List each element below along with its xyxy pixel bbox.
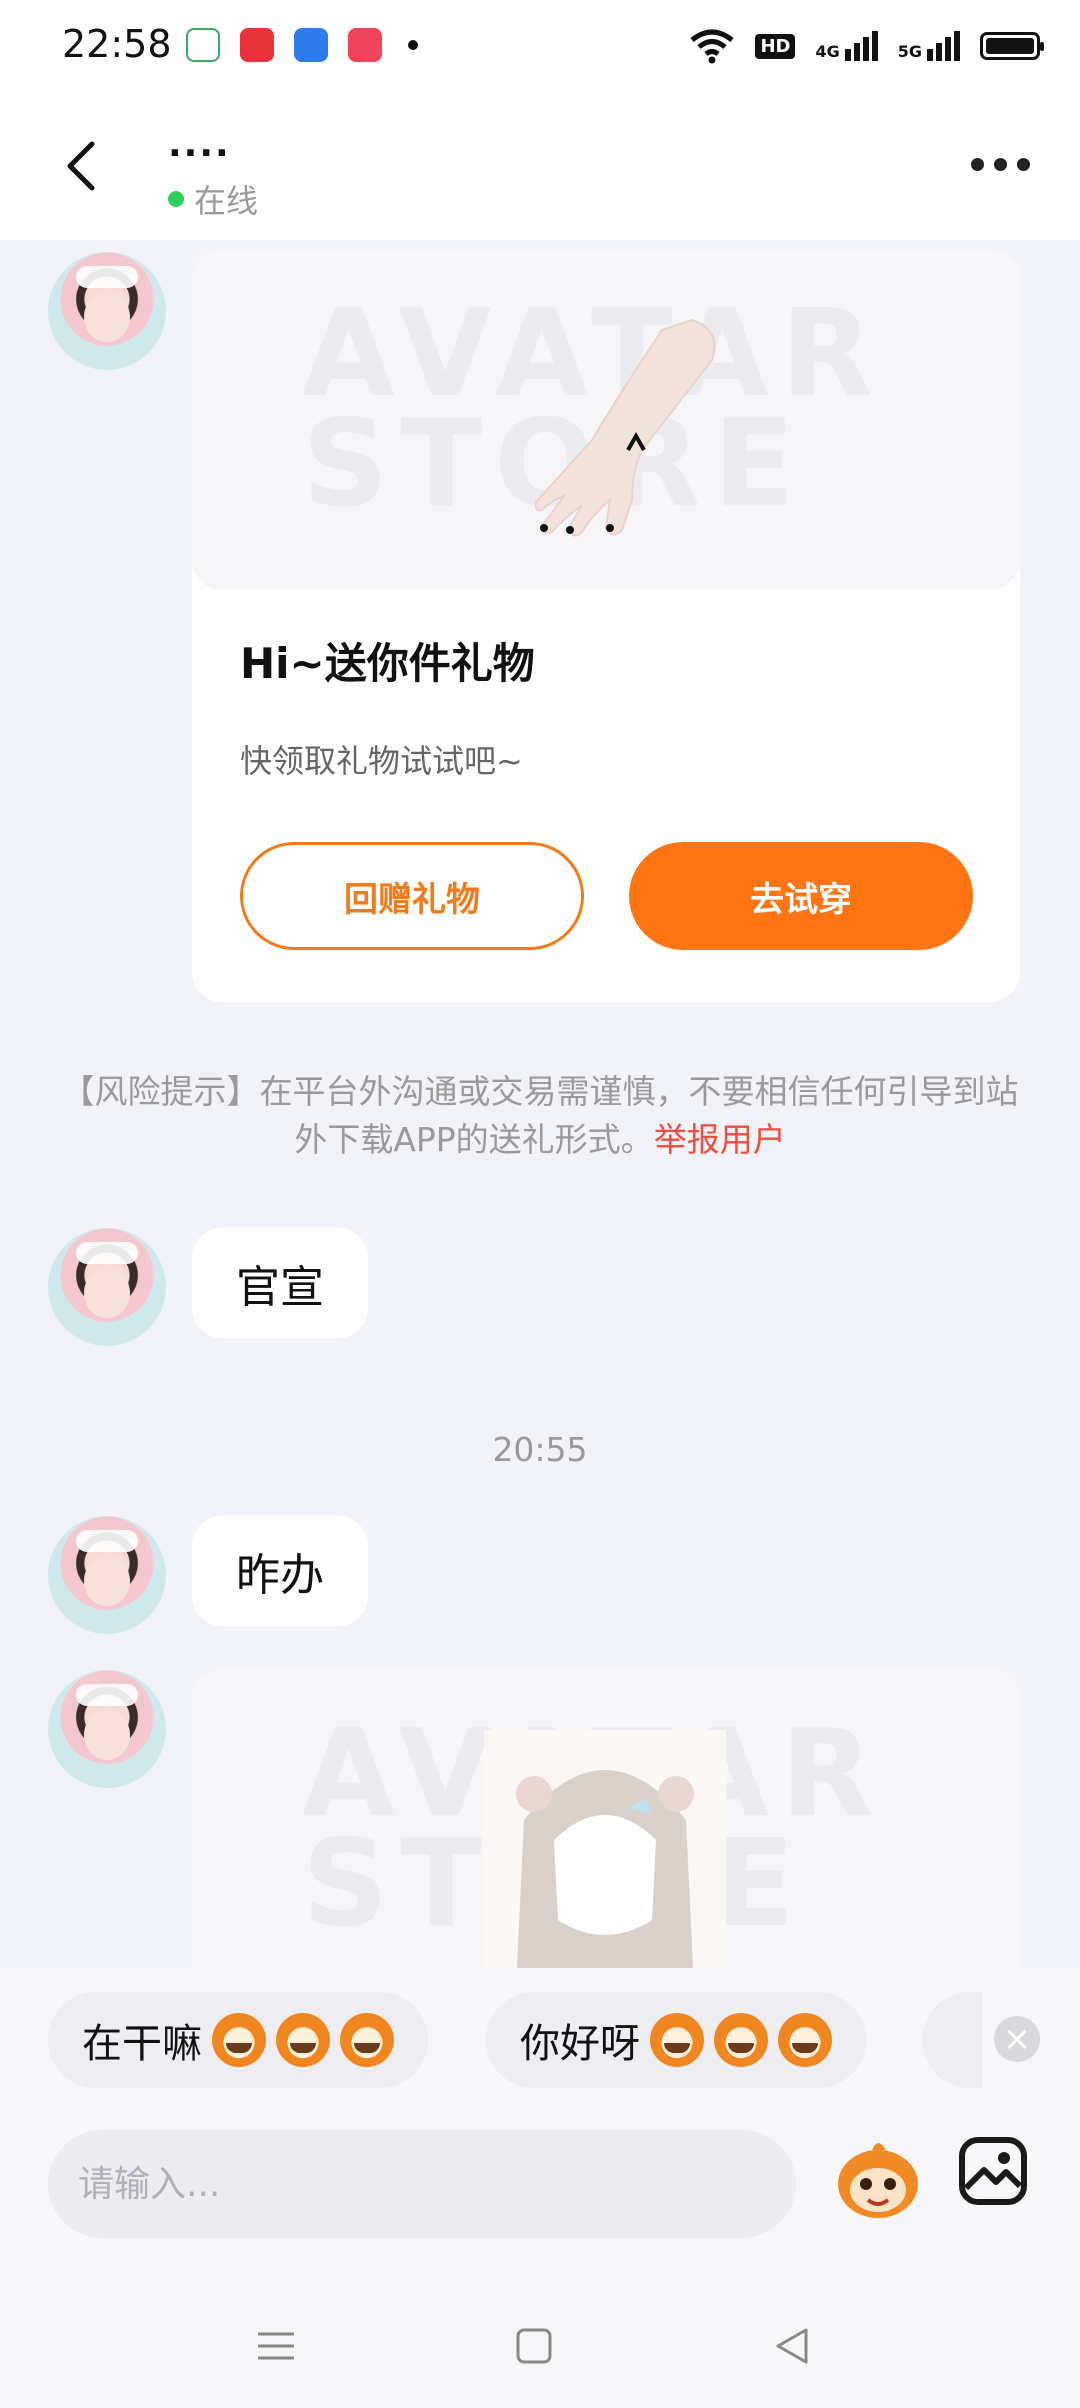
chat-header: .... 在线 [0, 96, 1080, 240]
close-quick-replies-button[interactable]: × [994, 2016, 1040, 2062]
5g-signal-icon: 5G [898, 31, 960, 61]
gift-card-subtitle: 快领取礼物试试吧~ [240, 742, 523, 780]
contact-avatar[interactable] [48, 252, 166, 370]
monkey-wow-emoji-icon [650, 2013, 704, 2067]
5g-label: 5G [897, 42, 922, 61]
more-dot-icon [994, 158, 1007, 171]
system-icons: HD 4G 5G [689, 28, 1044, 64]
system-nav-bar [0, 2278, 1080, 2408]
more-options-button[interactable] [971, 158, 1030, 171]
4g-signal-icon: 4G [815, 31, 878, 61]
monkey-grin-emoji-icon [212, 2013, 266, 2067]
presence-status: 在线 [168, 176, 258, 222]
contact-avatar[interactable] [48, 1670, 166, 1788]
home-app-icon [186, 28, 220, 62]
report-user-link[interactable]: 举报用户 [654, 1120, 786, 1159]
more-dot-icon [971, 158, 984, 171]
chat-messages[interactable]: AVATAR STORE Hi~送你件礼物 快领取礼物试试吧~ 回赠礼物 去试穿… [0, 240, 1080, 1968]
risk-notice: 【风险提示】在平台外沟通或交易需谨慎，不要相信任何引导到站外下载APP的送礼形式… [60, 1068, 1020, 1164]
4g-label: 4G [815, 42, 840, 61]
monkey-wow-emoji-icon [714, 2013, 768, 2067]
shopping-1111-app-icon [240, 28, 274, 62]
hand-gift-image [534, 318, 716, 537]
sticker-button[interactable] [832, 2132, 924, 2224]
blue-app-icon [294, 28, 328, 62]
video-app-icon [348, 28, 382, 62]
quick-reply-chip[interactable]: 你好呀 [486, 1992, 866, 2088]
monkey-grin-emoji-icon [340, 2013, 394, 2067]
wifi-icon [690, 29, 735, 64]
message-bubble[interactable]: 昨办 [192, 1516, 368, 1626]
battery-icon [980, 32, 1044, 60]
more-dot-icon [1017, 158, 1030, 171]
presence-label: 在线 [194, 182, 259, 220]
gift-image[interactable]: AVATAR STORE [192, 250, 1020, 590]
message-input[interactable] [48, 2130, 796, 2238]
monkey-grin-emoji-icon [276, 2013, 330, 2067]
status-bar: 22:58 HD 4G 5G [0, 0, 1080, 96]
gift-card-title: Hi~送你件礼物 [240, 639, 535, 688]
input-bar [0, 2088, 1080, 2278]
message-timestamp: 20:55 [492, 1430, 588, 1469]
more-notifications-dot [408, 40, 418, 50]
notification-icons [186, 28, 418, 62]
menu-icon[interactable] [252, 2322, 300, 2370]
quick-reply-label: 你好呀 [520, 2021, 640, 2067]
contact-avatar[interactable] [48, 1228, 166, 1346]
message-bubble[interactable]: 官宣 [192, 1228, 368, 1338]
contact-avatar[interactable] [48, 1516, 166, 1634]
back-button[interactable] [56, 138, 112, 194]
quick-reply-chip[interactable] [922, 1992, 982, 2088]
quick-reply-chip[interactable]: 在干嘛 [48, 1992, 428, 2088]
image-picker-button[interactable] [958, 2136, 1028, 2206]
back-triangle-icon[interactable] [768, 2322, 816, 2370]
hair-gift-image [484, 1730, 726, 1968]
try-on-button[interactable]: 去试穿 [629, 842, 973, 950]
close-icon: × [1002, 2019, 1032, 2059]
online-dot-icon [168, 191, 184, 207]
gift-image[interactable]: AVATAR STORE [192, 1670, 1020, 1968]
monkey-wow-emoji-icon [778, 2013, 832, 2067]
hd-icon: HD [755, 33, 796, 59]
risk-notice-text: 【风险提示】在平台外沟通或交易需谨慎，不要相信任何引导到站外下载APP的送礼形式… [61, 1072, 1019, 1159]
home-square-icon[interactable] [510, 2322, 558, 2370]
gift-card[interactable]: AVATAR STORE Hi~送你件礼物 快领取礼物试试吧~ 回赠礼物 去试穿 [192, 250, 1020, 1002]
contact-name: .... [168, 124, 231, 165]
quick-replies-bar: 在干嘛 你好呀 × [0, 1968, 1080, 2088]
quick-reply-label: 在干嘛 [82, 2021, 202, 2067]
gift-card[interactable]: AVATAR STORE [192, 1670, 1020, 1968]
return-gift-button[interactable]: 回赠礼物 [240, 842, 584, 950]
status-time: 22:58 [62, 22, 172, 66]
